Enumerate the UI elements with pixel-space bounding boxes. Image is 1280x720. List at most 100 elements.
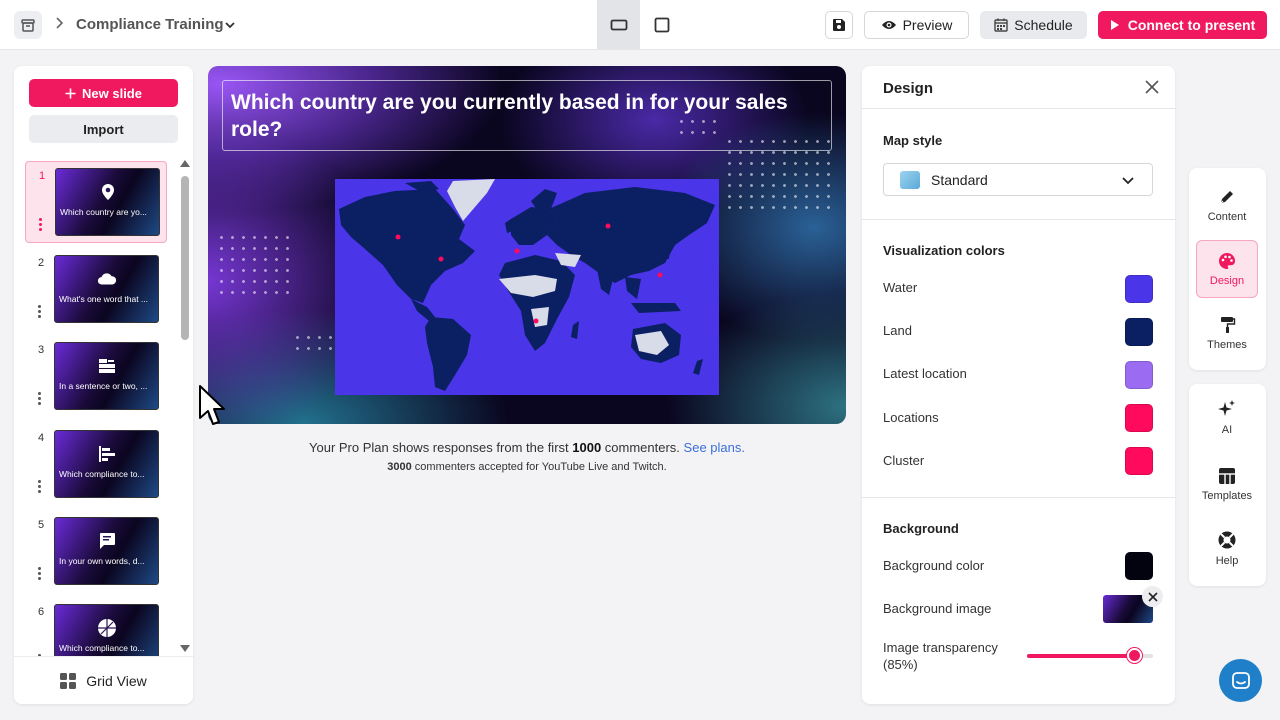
locations-color-swatch[interactable] <box>1125 404 1153 432</box>
slide-item[interactable]: 4 Which compliance to... <box>25 424 167 506</box>
slide-item[interactable]: 5 In your own words, d... <box>25 511 167 593</box>
present-label: Connect to present <box>1127 17 1256 33</box>
top-bar: Compliance Training Preview Schedule Con… <box>0 0 1280 50</box>
design-panel-title: Design <box>883 80 934 97</box>
schedule-label: Schedule <box>1014 17 1073 33</box>
divider <box>862 219 1175 220</box>
water-color-swatch[interactable] <box>1125 275 1153 303</box>
land-color-label: Land <box>883 323 912 338</box>
slide-menu-icon[interactable] <box>38 567 42 581</box>
slide-thumbnail-text: In a sentence or two, ... <box>59 381 148 391</box>
widescreen-view-button[interactable] <box>597 0 640 49</box>
right-rail-secondary: AI Templates Help <box>1189 384 1266 586</box>
slide-menu-icon[interactable] <box>39 218 43 232</box>
location-pin-icon <box>98 182 118 202</box>
slide-number: 5 <box>38 519 45 531</box>
chat-message-icon <box>97 531 117 551</box>
background-color-label: Background color <box>883 558 985 573</box>
templates-tab[interactable]: Templates <box>1196 455 1258 513</box>
remove-background-image-icon[interactable] <box>1142 586 1163 607</box>
slide-item[interactable]: 1 Which country are yo... <box>25 161 167 243</box>
themes-tab[interactable]: Themes <box>1196 304 1258 362</box>
close-icon[interactable] <box>1145 80 1159 94</box>
content-tab-label: Content <box>1207 210 1247 223</box>
slide-thumbnail-text: In your own words, d... <box>59 556 145 566</box>
eye-icon <box>881 21 896 29</box>
latest-location-color-label: Latest location <box>883 366 967 381</box>
import-button[interactable]: Import <box>29 115 178 143</box>
map-style-thumbnail <box>900 171 920 189</box>
slide-item[interactable]: 3 In a sentence or two, ... <box>25 336 167 418</box>
help-tab[interactable]: Help <box>1196 519 1258 577</box>
slides-scrollbar[interactable] <box>180 160 190 652</box>
content-tab[interactable]: Content <box>1196 176 1258 234</box>
square-view-button[interactable] <box>644 0 680 49</box>
new-slide-button[interactable]: New slide <box>29 79 178 107</box>
templates-tab-label: Templates <box>1201 489 1253 502</box>
slide-item[interactable]: 2 What's one word that ... <box>25 249 167 331</box>
water-color-label: Water <box>883 280 918 295</box>
slide-canvas[interactable]: Which country are you currently based in… <box>208 66 846 424</box>
preview-button[interactable]: Preview <box>864 11 969 39</box>
help-tab-label: Help <box>1215 554 1239 567</box>
palette-icon <box>1219 252 1236 269</box>
cluster-color-swatch[interactable] <box>1125 447 1153 475</box>
presentation-title[interactable]: Compliance Training <box>76 16 224 33</box>
plan-notice: Your Pro Plan shows responses from the f… <box>208 440 846 455</box>
slide-menu-icon[interactable] <box>38 480 42 494</box>
connect-to-present-button[interactable]: Connect to present <box>1098 11 1267 39</box>
schedule-button[interactable]: Schedule <box>980 11 1087 39</box>
support-chat-button[interactable] <box>1219 659 1262 702</box>
scroll-up-arrow-icon[interactable] <box>180 160 190 167</box>
background-color-swatch[interactable] <box>1125 552 1153 580</box>
slider-knob[interactable] <box>1127 648 1143 663</box>
slider-fill <box>1027 654 1135 658</box>
ai-tab[interactable]: AI <box>1196 388 1258 446</box>
design-tab-label: Design <box>1209 274 1245 287</box>
question-text[interactable]: Which country are you currently based in… <box>231 89 821 143</box>
slide-thumbnail: Which country are yo... <box>55 168 160 236</box>
home-button[interactable] <box>14 11 42 39</box>
commenters-text: commenters accepted for YouTube Live and… <box>411 461 667 473</box>
image-transparency-label: Image transparency (85%) <box>883 640 998 672</box>
slide-thumbnail-text: What's one word that ... <box>59 294 149 304</box>
save-button[interactable] <box>825 11 853 39</box>
locations-color-label: Locations <box>883 410 939 425</box>
slide-number: 6 <box>38 606 45 618</box>
latest-location-color-swatch[interactable] <box>1125 361 1153 389</box>
map-style-select[interactable]: Standard <box>883 163 1153 196</box>
land-color-swatch[interactable] <box>1125 318 1153 346</box>
grid-view-button[interactable]: Grid View <box>14 656 193 704</box>
slide-number: 3 <box>38 344 45 356</box>
slides-sidebar: New slide Import 1 Which country are yo.… <box>14 66 193 704</box>
spinner-wheel-icon <box>97 618 117 638</box>
scroll-down-arrow-icon[interactable] <box>180 645 190 652</box>
new-slide-label: New slide <box>82 85 142 101</box>
mouse-cursor-icon <box>199 385 225 425</box>
see-plans-link[interactable]: See plans. <box>684 440 745 455</box>
commenters-notice: 3000 commenters accepted for YouTube Liv… <box>208 461 846 473</box>
slide-thumbnail: In your own words, d... <box>54 517 159 585</box>
poll-bars-icon <box>97 444 117 464</box>
slide-menu-icon[interactable] <box>38 392 42 406</box>
sparkles-icon <box>1218 399 1235 416</box>
slide-thumbnail-text: Which compliance to... <box>59 643 145 653</box>
scrollbar-thumb[interactable] <box>181 176 189 340</box>
plan-notice-prefix: Your Pro Plan shows responses from the f… <box>309 440 573 455</box>
question-box[interactable]: Which country are you currently based in… <box>222 80 832 151</box>
map-style-heading: Map style <box>883 133 943 148</box>
home-box-icon <box>21 19 35 32</box>
slide-menu-icon[interactable] <box>38 305 42 319</box>
rating-bars-icon <box>97 356 117 376</box>
design-tab[interactable]: Design <box>1196 240 1258 298</box>
breadcrumb-chevron-icon <box>54 15 66 35</box>
image-transparency-slider[interactable] <box>1027 648 1153 663</box>
slide-thumbnail-text: Which country are yo... <box>60 207 147 217</box>
plan-notice-count: 1000 <box>572 440 602 455</box>
world-map-graphic <box>339 179 715 391</box>
plan-notice-suffix: commenters. <box>601 440 680 455</box>
themes-tab-label: Themes <box>1207 338 1247 351</box>
title-dropdown-icon[interactable] <box>224 18 236 36</box>
preview-label: Preview <box>902 17 953 33</box>
templates-icon <box>1219 467 1235 484</box>
